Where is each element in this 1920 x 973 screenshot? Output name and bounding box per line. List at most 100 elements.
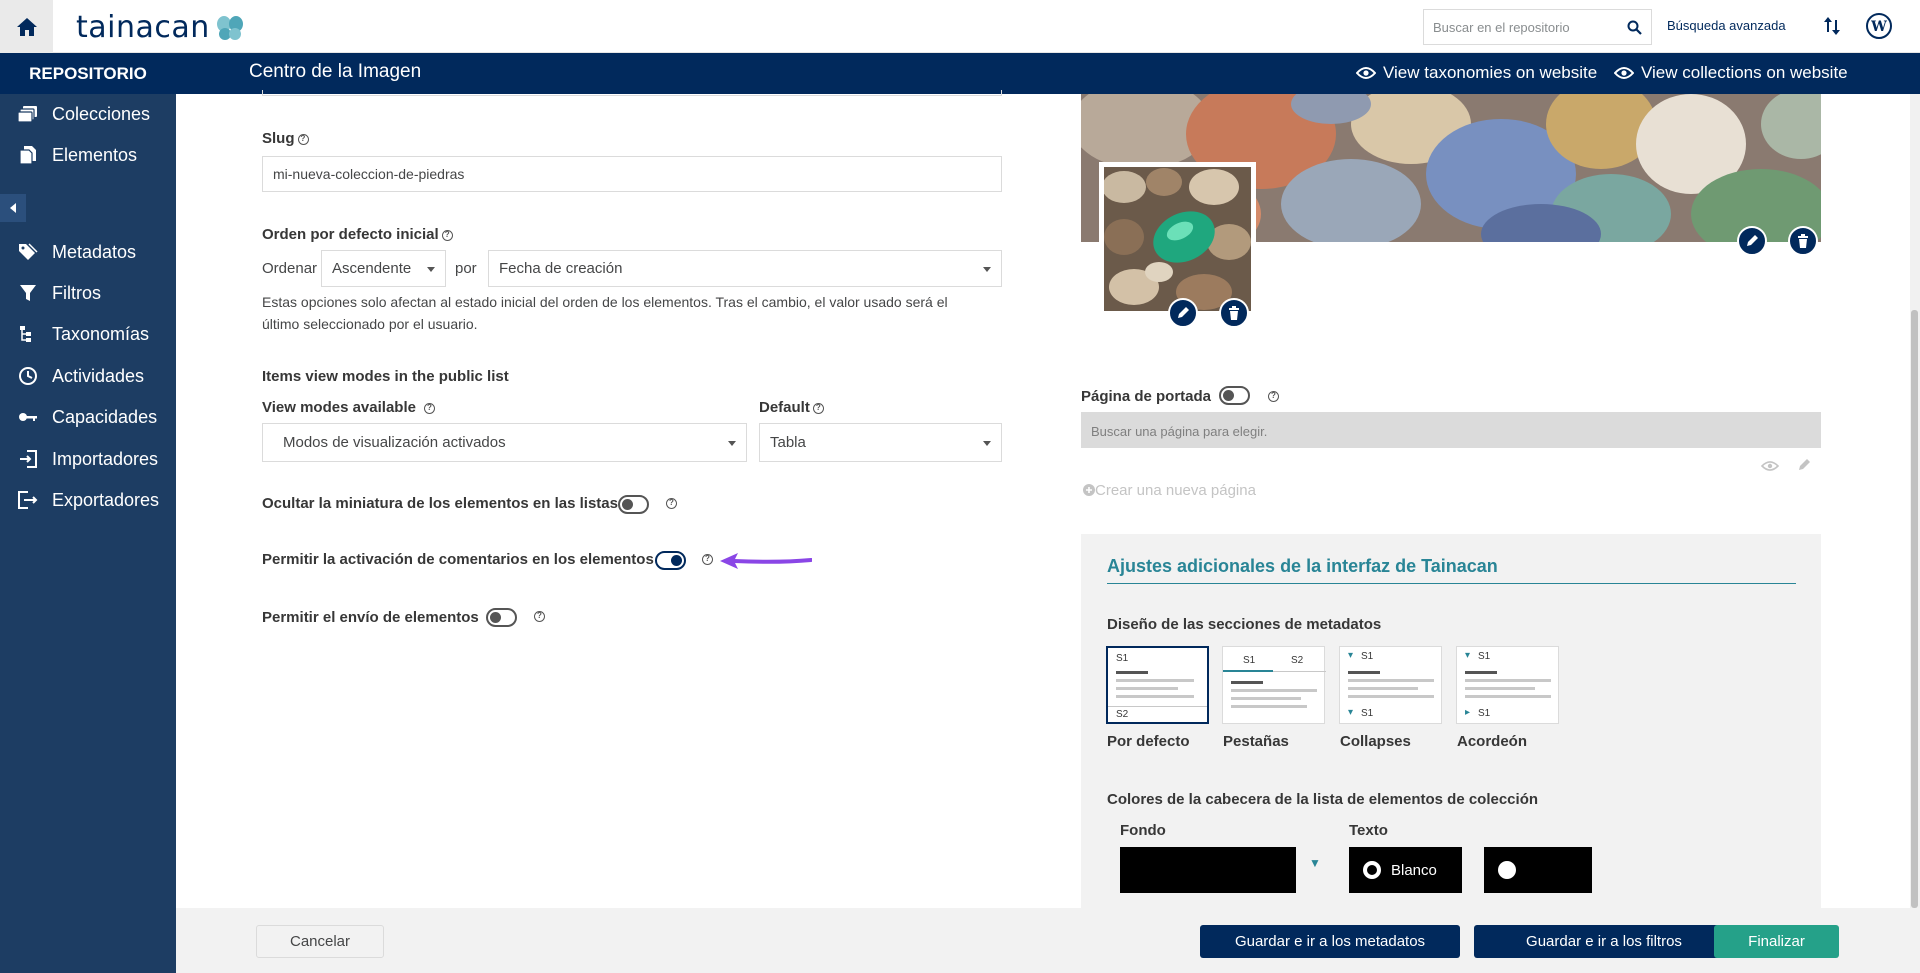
order-direction-select[interactable]: Ascendente [321,250,446,287]
text-color-black-option[interactable] [1484,847,1592,893]
slug-label: Slug? [262,130,309,147]
edit-thumbnail-button[interactable] [1168,298,1198,328]
navigation-bar: REPOSITORIO Centro de la Imagen View tax… [0,53,1920,94]
order-direction-value: Ascendente [332,260,412,277]
default-view-select[interactable]: Tabla [759,423,1002,462]
save-and-go-metadata-button[interactable]: Guardar e ir a los metadatos [1200,925,1460,958]
cancel-button[interactable]: Cancelar [256,925,384,958]
eye-icon [1614,67,1634,79]
layout-option-default[interactable]: S1 S2 [1106,646,1209,724]
finish-button[interactable]: Finalizar [1714,925,1839,958]
tainacan-logo[interactable]: tainacan [76,10,244,45]
sidebar-item-label: Taxonomías [52,323,150,344]
chevron-down-icon[interactable]: ▼ [1309,856,1321,870]
view-collections-link[interactable]: View collections on website [1614,63,1848,83]
import-icon [18,449,38,469]
help-icon[interactable]: ? [423,402,435,414]
order-note-line-2: último seleccionado por el usuario. [262,316,478,332]
view-modes-label: View modes available? [262,399,435,416]
default-label: Default? [759,399,824,416]
eye-icon[interactable] [1761,460,1779,472]
delete-thumbnail-button[interactable] [1219,298,1249,328]
key-icon [18,407,38,427]
layout-label: Diseño de las secciones de metadatos [1107,616,1382,633]
view-modes-select[interactable]: Modos de visualización activados [262,423,747,462]
pencil-icon [1178,307,1189,318]
help-icon[interactable]: ? [297,133,309,145]
slug-input[interactable]: mi-nueva-coleccion-de-piedras [262,156,1002,192]
search-icon[interactable] [1627,20,1642,35]
help-icon[interactable]: ? [1268,391,1279,402]
slug-value: mi-nueva-coleccion-de-piedras [273,166,465,182]
trash-icon [1798,234,1808,248]
page-title: Centro de la Imagen [249,61,422,82]
sidebar-item-label: Exportadores [52,489,160,510]
portada-search-input[interactable]: Buscar una página para elegir. [1081,412,1821,448]
background-color-picker[interactable] [1120,847,1296,893]
texto-label: Texto [1349,822,1388,839]
create-page-label: Crear una nueva página [1095,482,1256,499]
help-icon[interactable]: ? [534,611,545,622]
save-and-go-filters-button[interactable]: Guardar e ir a los filtros [1474,925,1734,958]
layout-name-tabs: Pestañas [1223,733,1289,750]
view-taxonomies-link[interactable]: View taxonomies on website [1356,63,1597,83]
help-icon[interactable]: ? [812,402,824,414]
sidebar-item-filtros[interactable]: Filtros [0,273,176,313]
fondo-label: Fondo [1120,822,1166,839]
chevron-down-icon [983,440,991,446]
order-field-select[interactable]: Fecha de creación [488,250,1002,287]
sidebar-item-taxonomias[interactable]: Taxonomías [0,314,176,354]
advanced-search-link[interactable]: Búsqueda avanzada [1667,18,1786,33]
comments-toggle[interactable] [655,551,686,570]
eye-icon [1356,67,1376,79]
description-textarea[interactable] [262,90,1002,96]
repository-search-input[interactable]: Buscar en el repositorio [1423,9,1652,45]
portada-label: Página de portada [1081,388,1212,405]
repository-label[interactable]: REPOSITORIO [0,53,176,94]
help-icon[interactable]: ? [666,498,677,509]
sidebar-item-colecciones[interactable]: Colecciones [0,94,176,134]
portada-search-placeholder: Buscar una página para elegir. [1091,424,1268,439]
sidebar-item-label: Capacidades [52,406,158,427]
layout-option-accordion[interactable]: ▾ S1 ▸ S1 [1456,646,1559,724]
sidebar: Colecciones Elementos Metadatos Filtros … [0,94,176,973]
layout-option-tabs[interactable]: S1 S2 [1222,646,1326,724]
create-page-link[interactable]: Crear una nueva página [1083,482,1256,499]
chevron-down-icon [728,440,736,446]
thumbnail-image [1099,162,1256,316]
order-field-value: Fecha de creación [499,260,623,277]
annotation-arrow-icon [720,553,812,569]
wordpress-icon[interactable]: W [1866,13,1892,44]
chevron-down-icon [427,266,435,272]
sidebar-item-elementos[interactable]: Elementos [0,135,176,175]
collapse-sidebar-button[interactable] [0,194,26,222]
home-button[interactable] [0,0,53,53]
activities-icon [18,366,38,386]
text-color-white-option[interactable]: Blanco [1349,847,1462,893]
order-label: Orden por defecto inicial? [262,226,453,243]
search-placeholder: Buscar en el repositorio [1433,19,1570,35]
sidebar-item-capacidades[interactable]: Capacidades [0,397,176,437]
layout-name-collapses: Collapses [1340,733,1411,750]
processes-icon[interactable] [1823,14,1841,43]
sidebar-item-exportadores[interactable]: Exportadores [0,480,176,520]
scrollbar-thumb[interactable] [1911,310,1918,908]
top-bar: tainacan Buscar en el repositorio Búsque… [0,0,1920,53]
edit-cover-button[interactable] [1737,226,1767,256]
hide-thumbnail-toggle[interactable] [618,495,649,514]
pencil-icon[interactable] [1797,458,1811,472]
sidebar-item-importadores[interactable]: Importadores [0,439,176,479]
sidebar-item-label: Colecciones [52,103,151,124]
portada-toggle[interactable] [1219,386,1250,405]
divider [1107,583,1796,584]
filter-icon [18,283,38,303]
sidebar-item-metadatos[interactable]: Metadatos [0,232,176,272]
layout-option-collapses[interactable]: ▾ S1 ▾ S1 [1339,646,1442,724]
sidebar-item-label: Metadatos [52,241,137,262]
pencil-icon [1747,235,1758,246]
sidebar-item-actividades[interactable]: Actividades [0,356,176,396]
delete-cover-button[interactable] [1788,226,1818,256]
help-icon[interactable]: ? [441,229,453,241]
submission-toggle[interactable] [486,608,517,627]
help-icon[interactable]: ? [702,554,713,565]
